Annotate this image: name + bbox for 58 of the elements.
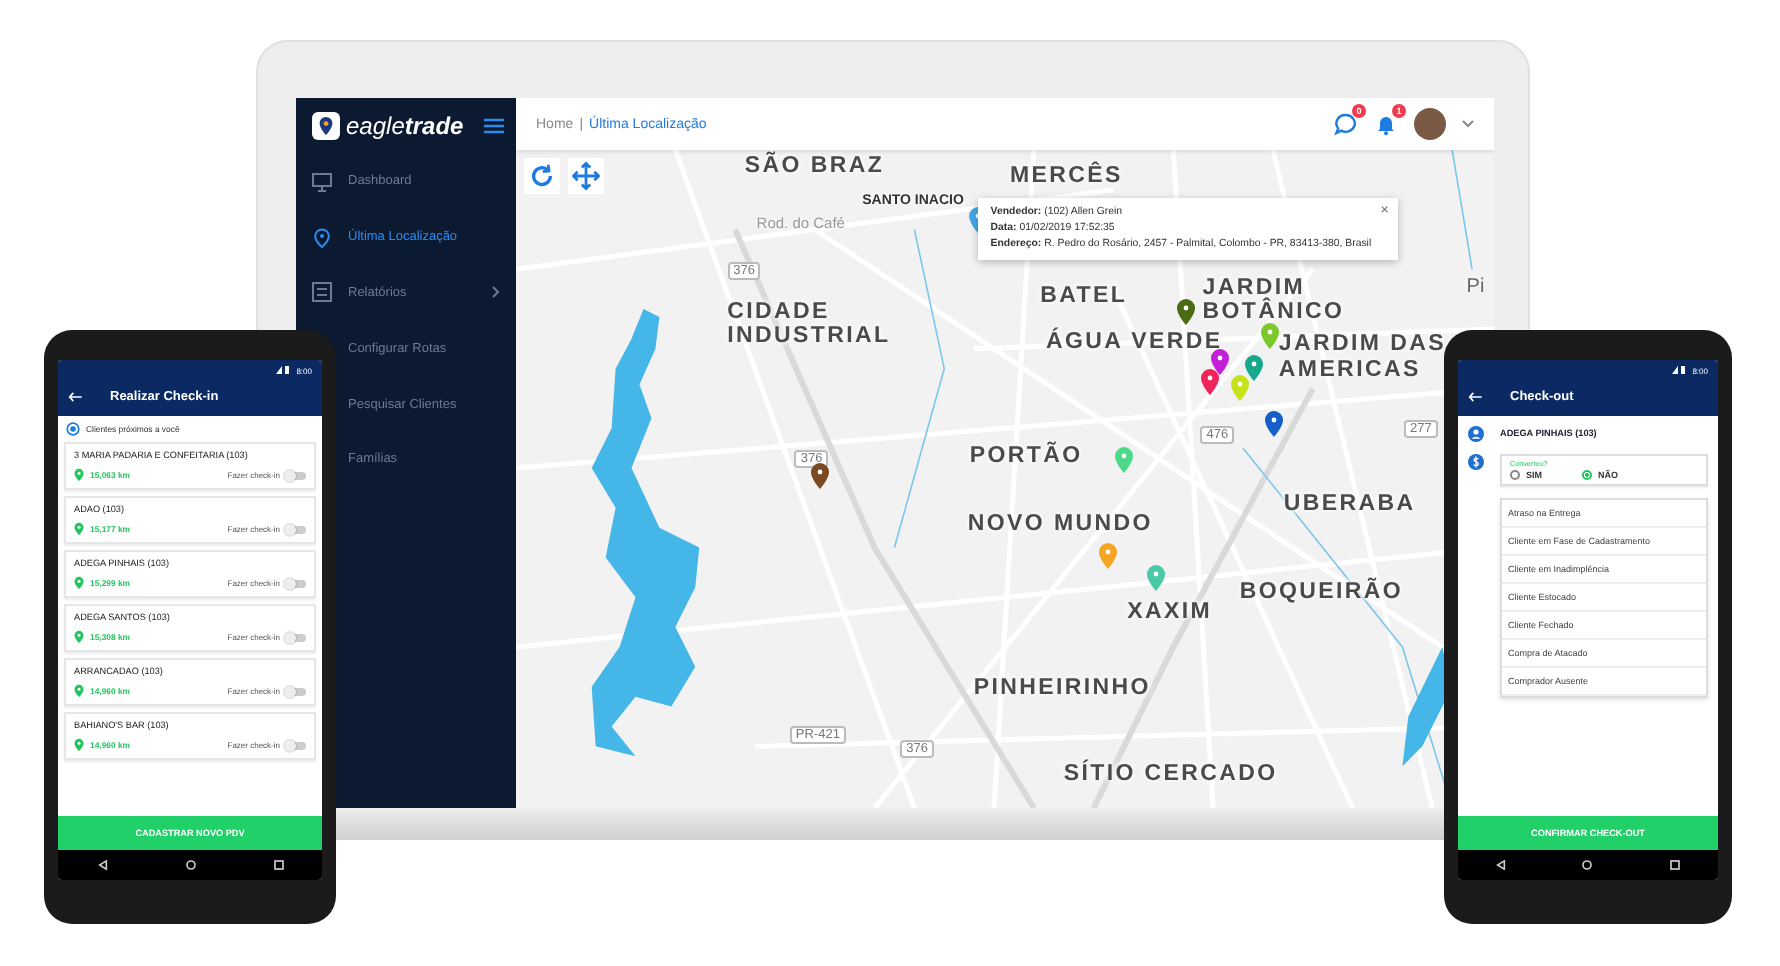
location-target-icon — [66, 422, 80, 436]
chat-icon[interactable] — [1334, 112, 1358, 136]
bell-icon[interactable] — [1374, 112, 1398, 136]
map-label: PORTÃO — [969, 444, 1083, 469]
back-icon[interactable] — [1496, 860, 1507, 870]
back-arrow-icon[interactable] — [68, 391, 82, 401]
logo-text: eagletrade — [346, 112, 466, 140]
caret-icon[interactable] — [1462, 120, 1474, 128]
location-pin-icon — [74, 684, 84, 698]
map-pin-icon[interactable] — [1210, 347, 1231, 376]
dollar-icon — [1468, 454, 1484, 470]
map-label: XAXIM — [1127, 600, 1213, 625]
logo-icon — [312, 112, 340, 140]
back-icon[interactable] — [97, 860, 107, 870]
map-label: ÁGUA VERDE — [1046, 330, 1223, 356]
location-pin-icon — [74, 738, 84, 752]
refresh-icon[interactable] — [524, 158, 560, 194]
map-label: SÃO BRAZ — [744, 153, 885, 178]
location-pin-icon — [74, 630, 84, 644]
radio-button[interactable] — [1510, 470, 1520, 480]
avatar[interactable] — [1414, 108, 1446, 140]
chevron-right-icon — [492, 286, 500, 299]
home-icon[interactable] — [185, 860, 195, 870]
map-label: Pi — [1466, 275, 1485, 297]
back-arrow-icon[interactable] — [1468, 391, 1482, 401]
map-label: NOVO MUNDO — [967, 511, 1153, 536]
signal-battery-icon — [1672, 366, 1689, 374]
move-icon[interactable] — [568, 158, 604, 194]
checkin-toggle[interactable] — [286, 633, 306, 641]
checkin-toggle[interactable] — [286, 525, 306, 533]
map-label: MERCÊS — [1009, 163, 1123, 188]
checkin-toggle[interactable] — [286, 741, 306, 749]
map-label: SÍTIO CERCADO — [1063, 761, 1278, 787]
home-icon[interactable] — [1582, 860, 1593, 870]
map-label: PINHEIRINHO — [973, 676, 1151, 701]
map-pin-icon[interactable] — [1200, 367, 1221, 396]
list-icon — [312, 282, 332, 303]
location-pin-icon — [312, 227, 332, 248]
recents-icon[interactable] — [1669, 860, 1680, 870]
location-pin-icon — [74, 576, 84, 590]
checkin-toggle[interactable] — [286, 687, 306, 695]
checkin-toggle[interactable] — [286, 471, 306, 479]
location-pin-icon — [74, 468, 84, 482]
map-label: BATEL — [1040, 283, 1128, 308]
recents-icon[interactable] — [273, 860, 283, 870]
map-pin-icon[interactable] — [1176, 298, 1197, 327]
location-pin-icon — [74, 522, 84, 536]
menu-icon[interactable] — [484, 118, 504, 134]
map-pin-icon[interactable] — [809, 462, 830, 491]
map-label: JARDIM BOTÂNICO — [1202, 276, 1347, 325]
user-icon — [1468, 426, 1484, 442]
checkin-toggle[interactable] — [286, 579, 306, 587]
radio-button[interactable] — [1582, 470, 1593, 480]
map-label: JARDIM DAS AMERICAS — [1278, 332, 1448, 382]
map-label: CIDADE INDUSTRIAL — [727, 300, 893, 349]
map-pin-icon[interactable] — [1263, 409, 1284, 438]
monitor-icon — [312, 171, 332, 192]
signal-battery-icon — [276, 366, 293, 374]
